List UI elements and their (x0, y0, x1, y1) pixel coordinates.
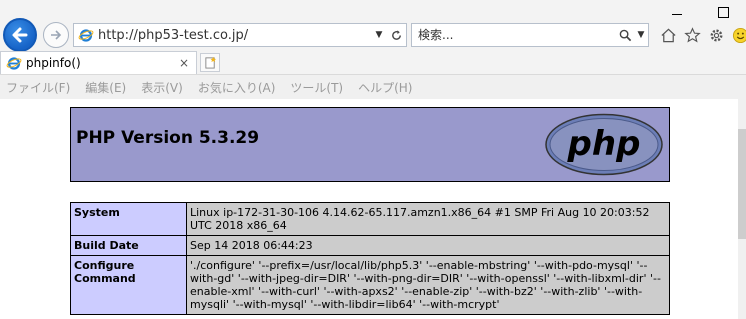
php-info-table: System Linux ip-172-31-30-106 4.14.62-65.… (70, 202, 670, 315)
close-tab-icon[interactable]: × (176, 56, 192, 70)
minimize-button[interactable] (654, 0, 700, 24)
table-row: Configure Command './configure' '--prefix… (70, 255, 670, 315)
row-key: Build Date (70, 235, 187, 256)
page-viewport: PHP Version 5.3.29 php System Linux ip-17… (0, 99, 746, 319)
row-key: Configure Command (70, 255, 187, 315)
php-version-header: PHP Version 5.3.29 php (70, 107, 670, 182)
table-row: Build Date Sep 14 2018 06:44:23 (70, 235, 670, 256)
svg-text:php: php (567, 124, 641, 164)
tab-title: phpinfo() (26, 56, 81, 70)
table-row: System Linux ip-172-31-30-106 4.14.62-65.… (70, 202, 670, 236)
row-value: Linux ip-172-31-30-106 4.14.62-65.117.am… (186, 202, 670, 236)
arrow-right-icon (51, 30, 62, 40)
search-box[interactable]: ▼ (411, 23, 649, 47)
address-url[interactable]: http://php53-test.co.jp/ (98, 28, 372, 43)
menu-edit[interactable]: 編集(E) (85, 79, 126, 96)
gear-icon[interactable] (706, 24, 726, 46)
tab-bar: phpinfo() × (0, 51, 746, 74)
back-button[interactable] (3, 18, 37, 52)
search-input[interactable] (412, 28, 616, 42)
menu-bar: ファイル(F) 編集(E) 表示(V) お気に入り(A) ツール(T) ヘルプ(… (0, 74, 746, 99)
scrollbar-thumb[interactable] (738, 129, 746, 239)
new-tab-icon (204, 56, 216, 69)
vertical-scrollbar[interactable] (738, 99, 746, 319)
browser-chrome: http://php53-test.co.jp/ ▼ ▼ (0, 0, 746, 99)
menu-favorites[interactable]: お気に入り(A) (198, 79, 276, 96)
window-controls (654, 0, 746, 24)
search-icon[interactable] (616, 26, 634, 44)
maximize-button[interactable] (700, 0, 746, 24)
address-dropdown-icon[interactable]: ▼ (372, 30, 386, 40)
tab-phpinfo[interactable]: phpinfo() × (0, 51, 197, 74)
row-value: Sep 14 2018 06:44:23 (186, 235, 670, 256)
menu-tools[interactable]: ツール(T) (290, 79, 343, 96)
new-tab-button[interactable] (200, 53, 220, 72)
ie-icon (78, 29, 94, 42)
refresh-icon[interactable] (386, 25, 406, 45)
menu-file[interactable]: ファイル(F) (6, 79, 70, 96)
row-key: System (70, 202, 187, 236)
forward-button[interactable] (43, 22, 69, 48)
toolbar-icons (658, 24, 746, 46)
star-icon[interactable] (682, 24, 702, 46)
search-dropdown-icon[interactable]: ▼ (634, 30, 648, 40)
php-logo: php (545, 113, 663, 176)
row-value: './configure' '--prefix=/usr/local/lib/p… (186, 255, 670, 315)
home-icon[interactable] (658, 24, 678, 46)
arrow-left-icon (12, 27, 28, 43)
smiley-icon[interactable] (730, 24, 746, 46)
menu-view[interactable]: 表示(V) (141, 79, 183, 96)
ie-icon (6, 57, 22, 70)
address-bar[interactable]: http://php53-test.co.jp/ ▼ (73, 23, 407, 47)
menu-help[interactable]: ヘルプ(H) (358, 79, 412, 96)
page-title: PHP Version 5.3.29 (76, 128, 260, 148)
